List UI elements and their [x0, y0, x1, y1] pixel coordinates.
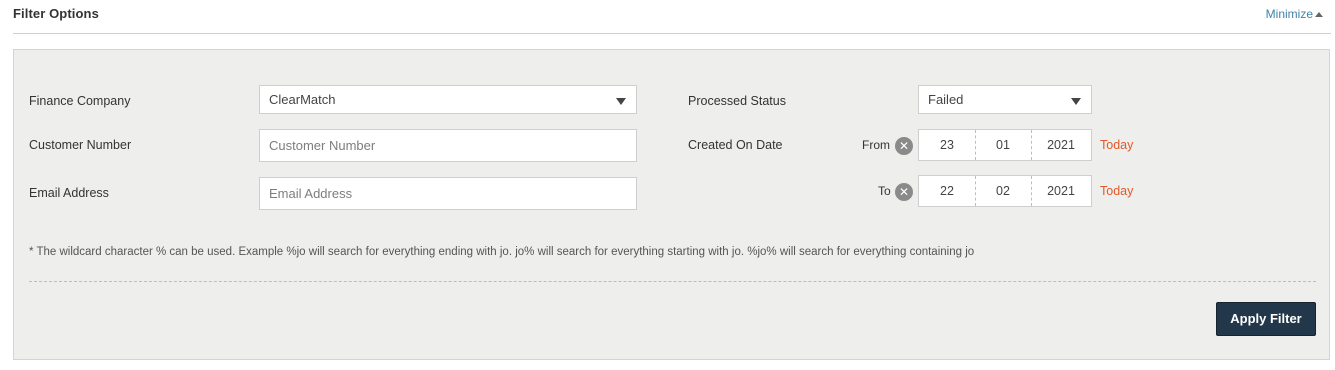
- created-on-date-label: Created On Date: [688, 138, 783, 152]
- to-month[interactable]: 02: [975, 176, 1031, 206]
- from-date-field[interactable]: 23 01 2021: [918, 129, 1092, 161]
- processed-status-label: Processed Status: [688, 94, 786, 108]
- processed-status-value: Failed: [928, 92, 964, 107]
- from-day[interactable]: 23: [919, 130, 975, 160]
- page-title: Filter Options: [13, 6, 99, 21]
- finance-company-select[interactable]: ClearMatch: [259, 85, 637, 114]
- finance-company-label: Finance Company: [29, 94, 131, 108]
- filter-panel: [13, 49, 1330, 360]
- to-date-field[interactable]: 22 02 2021: [918, 175, 1092, 207]
- email-address-label: Email Address: [29, 186, 109, 200]
- email-address-input[interactable]: [259, 177, 637, 210]
- chevron-down-icon: [1071, 98, 1081, 105]
- minimize-link[interactable]: Minimize: [1266, 7, 1313, 21]
- panel-divider: [29, 281, 1316, 282]
- apply-filter-button[interactable]: Apply Filter: [1216, 302, 1316, 336]
- clear-from-date-icon[interactable]: ✕: [895, 137, 913, 155]
- finance-company-value: ClearMatch: [269, 92, 336, 107]
- to-today-link[interactable]: Today: [1100, 184, 1133, 198]
- from-year[interactable]: 2021: [1031, 130, 1091, 160]
- clear-to-date-icon[interactable]: ✕: [895, 183, 913, 201]
- wildcard-help-text: * The wildcard character % can be used. …: [29, 246, 975, 258]
- to-year[interactable]: 2021: [1031, 176, 1091, 206]
- from-today-link[interactable]: Today: [1100, 138, 1133, 152]
- to-day[interactable]: 22: [919, 176, 975, 206]
- from-label: From: [862, 138, 890, 152]
- header-divider: [13, 33, 1331, 34]
- from-month[interactable]: 01: [975, 130, 1031, 160]
- customer-number-label: Customer Number: [29, 138, 132, 152]
- caret-up-icon[interactable]: [1315, 12, 1323, 17]
- to-label: To: [878, 184, 891, 198]
- processed-status-select[interactable]: Failed: [918, 85, 1092, 114]
- chevron-down-icon: [616, 98, 626, 105]
- customer-number-input[interactable]: [259, 129, 637, 162]
